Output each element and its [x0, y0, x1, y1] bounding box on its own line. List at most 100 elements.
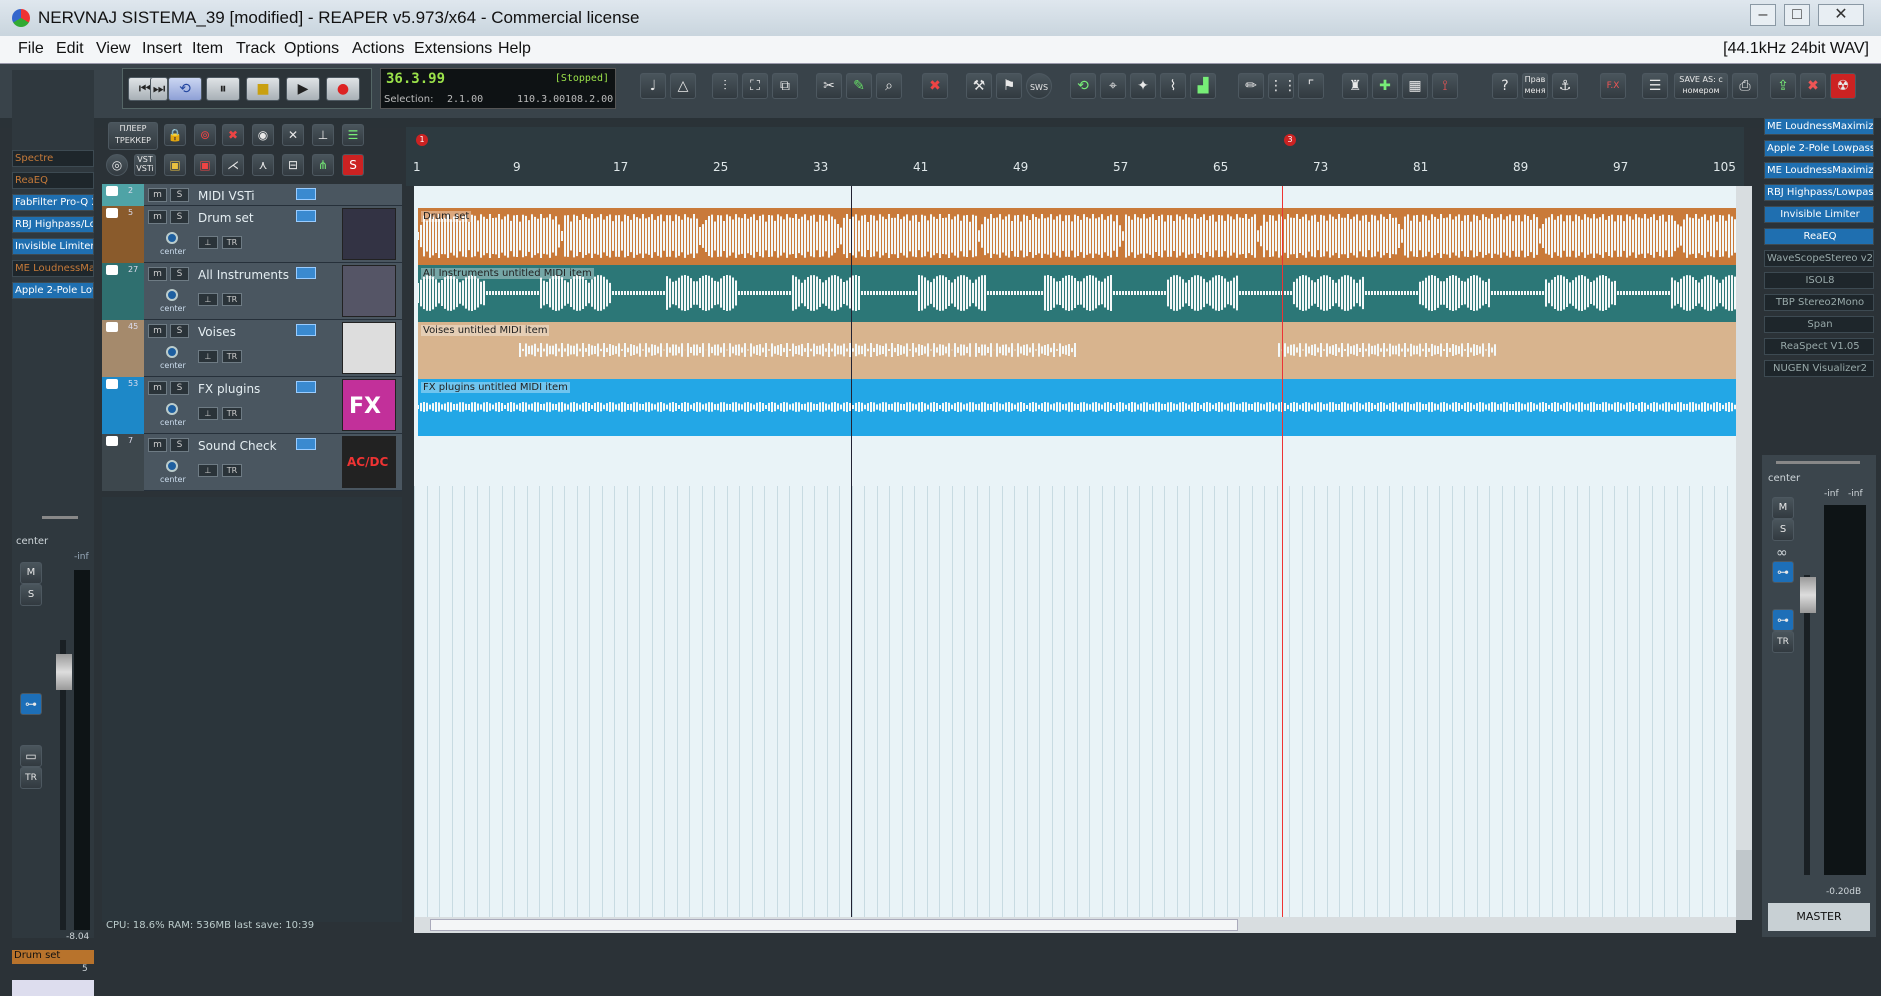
- folder-icon[interactable]: [106, 186, 118, 196]
- master-fx-slot[interactable]: Span: [1764, 316, 1874, 333]
- radiation-icon[interactable]: ☢: [1830, 73, 1856, 99]
- fx-off-icon[interactable]: ✖: [222, 124, 244, 146]
- left-fx-slot[interactable]: Invisible Limiter: [12, 238, 94, 255]
- fx-chain-icon[interactable]: [296, 438, 316, 450]
- maximize-button[interactable]: □: [1784, 4, 1810, 26]
- cut-track-icon[interactable]: ⊥: [312, 124, 334, 146]
- solo-button[interactable]: S: [170, 438, 189, 452]
- master-fx-slot[interactable]: NUGEN Visualizer2: [1764, 360, 1874, 377]
- left-fx-slot[interactable]: ReaEQ: [12, 172, 94, 189]
- track-header[interactable]: 53 m S FX plugins center ⊥ TR FX: [102, 377, 402, 434]
- save-as-button[interactable]: SAVE AS: с номером: [1674, 73, 1728, 99]
- render-icon[interactable]: ⎙: [1732, 73, 1758, 99]
- pan-knob-icon[interactable]: [166, 232, 178, 244]
- fx-toggle-icon[interactable]: ⊶: [20, 693, 42, 715]
- cross-icon[interactable]: ✕: [282, 124, 304, 146]
- table-icon[interactable]: ▦: [1402, 73, 1428, 99]
- track-header[interactable]: 2 m S MIDI VSTi: [102, 184, 402, 206]
- folder-icon[interactable]: [106, 322, 118, 332]
- mute-button[interactable]: M: [20, 562, 42, 584]
- tr-button[interactable]: TR: [222, 464, 242, 477]
- metronome-icon[interactable]: △: [670, 73, 696, 99]
- menu-item[interactable]: Item: [192, 40, 223, 58]
- tr-button[interactable]: TR: [20, 767, 42, 789]
- track-header[interactable]: 7 m S Sound Check center ⊥ TR AC/DC: [102, 434, 402, 491]
- menu-track[interactable]: Track: [236, 40, 275, 58]
- vertical-scrollbar[interactable]: [1736, 186, 1752, 917]
- menu-edit[interactable]: Edit: [56, 40, 84, 58]
- folder-icon[interactable]: [106, 265, 118, 275]
- master-route-icon[interactable]: ⊶: [1772, 609, 1794, 631]
- envelope-points-icon[interactable]: ⌇: [1160, 73, 1186, 99]
- mute-button[interactable]: m: [148, 210, 167, 224]
- master-fx-icon[interactable]: ⊶: [1772, 561, 1794, 583]
- master-mute-button[interactable]: M: [1772, 497, 1794, 519]
- zoom-buttons[interactable]: [1736, 850, 1752, 920]
- go-to-end-icon[interactable]: ⏭: [150, 77, 168, 101]
- ripple-icon[interactable]: ✦: [1130, 73, 1156, 99]
- tr-button[interactable]: TR: [222, 236, 242, 249]
- solo-button[interactable]: S: [170, 267, 189, 281]
- pencil-icon[interactable]: ✎: [846, 73, 872, 99]
- left-fx-slot[interactable]: Apple 2-Pole Lowp: [12, 282, 94, 299]
- sws-button[interactable]: SWS: [1026, 73, 1052, 99]
- route-icon[interactable]: ▭: [20, 745, 42, 767]
- fx-bypass-button[interactable]: F.X: [1600, 73, 1626, 99]
- track-name[interactable]: MIDI VSTi: [198, 189, 255, 203]
- tr-button[interactable]: TR: [222, 407, 242, 420]
- minimize-button[interactable]: –: [1750, 4, 1776, 26]
- folder-icon[interactable]: [106, 436, 118, 446]
- node-icon[interactable]: ⋔: [312, 154, 334, 176]
- lock-icon[interactable]: 🔒: [164, 124, 186, 146]
- solo-button[interactable]: S: [20, 584, 42, 606]
- run-icon[interactable]: ⚑: [996, 73, 1022, 99]
- folder-icon[interactable]: [106, 379, 118, 389]
- track-list-icon[interactable]: ☰: [342, 124, 364, 146]
- fx-icon[interactable]: ◉: [252, 124, 274, 146]
- media-item[interactable]: Drum set: [418, 208, 1736, 265]
- prav-button[interactable]: Прав меня: [1522, 73, 1548, 99]
- help-icon[interactable]: ?: [1492, 73, 1518, 99]
- solo-button[interactable]: S: [170, 324, 189, 338]
- horizontal-scroll-thumb[interactable]: [430, 919, 1238, 931]
- automation-icon[interactable]: ⋏: [252, 154, 274, 176]
- zoom-fit-icon[interactable]: ⛶: [742, 73, 768, 99]
- corner-icon[interactable]: ⌜: [1298, 73, 1324, 99]
- play-icon[interactable]: ▶: [286, 77, 320, 101]
- track-name[interactable]: Voises: [198, 325, 236, 339]
- player-tracker-button[interactable]: ПЛЕЕР ТРЕККЕР: [108, 122, 158, 150]
- envelope-tool-icon[interactable]: ⋌: [222, 154, 244, 176]
- anchor-icon[interactable]: ⚓: [1552, 73, 1578, 99]
- master-pan-slider[interactable]: [1776, 461, 1860, 464]
- track-name[interactable]: Sound Check: [198, 439, 277, 453]
- edit-icon[interactable]: ✏: [1238, 73, 1264, 99]
- list-icon[interactable]: ☰: [1642, 73, 1668, 99]
- menu-help[interactable]: Help: [498, 40, 531, 58]
- vst-button[interactable]: VST VSTi: [134, 154, 156, 176]
- record-mode-icon[interactable]: ◎: [106, 154, 128, 176]
- mixer-scrollbar[interactable]: [12, 980, 94, 996]
- close-button[interactable]: ✕: [1818, 4, 1864, 26]
- master-fx-slot[interactable]: WaveScopeStereo v2: [1764, 250, 1874, 267]
- solo-button[interactable]: S: [170, 188, 189, 202]
- tr-button[interactable]: TR: [222, 293, 242, 306]
- master-fx-slot[interactable]: ReaSpect V1.05: [1764, 338, 1874, 355]
- io-button[interactable]: ⊥: [198, 236, 218, 249]
- add-folder-icon[interactable]: ✚: [1372, 73, 1398, 99]
- tr-button[interactable]: TR: [222, 350, 242, 363]
- mute-button[interactable]: m: [148, 381, 167, 395]
- media-item[interactable]: Voises untitled MIDI item: [418, 322, 1736, 379]
- volume-fader[interactable]: [56, 654, 72, 690]
- zoom-icon[interactable]: ⌕: [876, 73, 902, 99]
- marker-3[interactable]: 3: [1284, 134, 1296, 146]
- track-name[interactable]: All Instruments: [198, 268, 289, 282]
- menu-options[interactable]: Options: [284, 40, 339, 58]
- master-fx-slot[interactable]: ME LoudnessMaximizer: [1764, 162, 1874, 179]
- metronome-settings-icon[interactable]: ♩: [640, 73, 666, 99]
- io-button[interactable]: ⊥: [198, 350, 218, 363]
- left-fx-slot[interactable]: RBJ Highpass/Low: [12, 216, 94, 233]
- pause-icon[interactable]: ⏸: [206, 77, 240, 101]
- delete-track-icon[interactable]: ✖: [922, 73, 948, 99]
- io-button[interactable]: ⊥: [198, 407, 218, 420]
- menu-view[interactable]: View: [96, 40, 130, 58]
